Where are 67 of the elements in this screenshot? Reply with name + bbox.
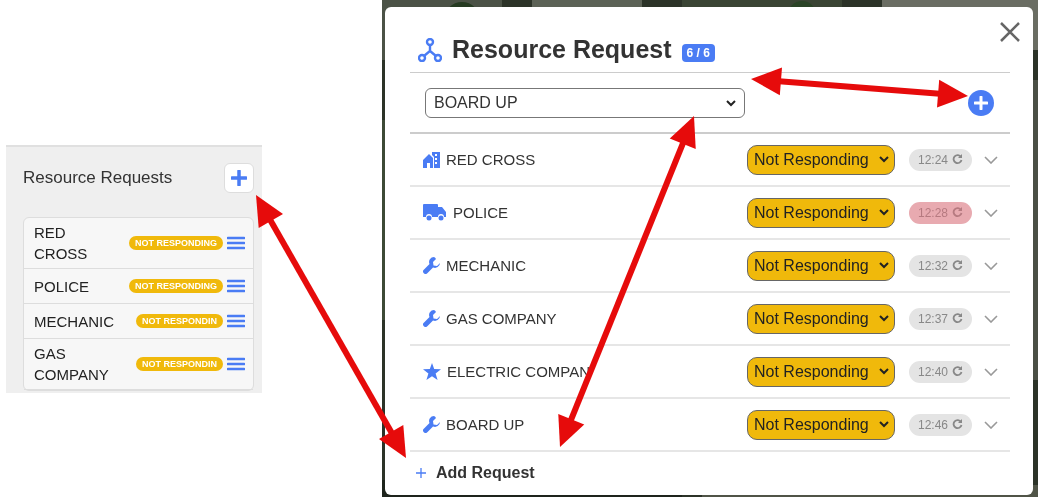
plus-icon [416, 468, 426, 478]
status-dropdown[interactable]: Not Responding [747, 144, 895, 175]
menu-icon[interactable] [227, 279, 245, 293]
chevron-down-icon [984, 155, 998, 164]
dialog-title: Resource Request [452, 35, 672, 64]
resource-name: POLICE [453, 204, 510, 221]
resource-name: ELECTRIC COMPAN [447, 363, 592, 380]
status-dropdown[interactable]: Not Responding [747, 356, 895, 387]
refresh-icon [952, 154, 963, 165]
resource-name: RED CROSS [446, 151, 537, 168]
wrench-icon [423, 257, 440, 274]
resource-name: BOARD UP [446, 416, 526, 433]
count-badge: 6 / 6 [681, 44, 715, 62]
request-name: RED CROSS [34, 223, 89, 264]
status-dropdown[interactable]: Not Responding [747, 409, 895, 440]
refresh-icon [952, 260, 963, 271]
wrench-icon [423, 310, 440, 327]
menu-icon[interactable] [227, 314, 245, 328]
caret-icon [879, 368, 889, 375]
status-badge: NOT RESPONDIN [136, 314, 223, 328]
chevron-down-icon [984, 208, 998, 217]
network-icon [418, 37, 442, 62]
caret-icon [879, 315, 889, 322]
caret-icon [879, 209, 889, 216]
close-icon [999, 21, 1021, 43]
refresh-icon [952, 313, 963, 324]
add-button[interactable] [968, 90, 994, 116]
status-dropdown[interactable]: Not Responding [747, 197, 895, 228]
refresh-icon [952, 207, 963, 218]
request-name: GAS COMPANY [34, 344, 110, 385]
caret-icon [879, 156, 889, 163]
caret-icon [879, 421, 889, 428]
status-badge: NOT RESPONDIN [136, 357, 223, 371]
status-dropdown[interactable]: Not Responding [747, 303, 895, 334]
caret-icon [879, 262, 889, 269]
star-icon [423, 363, 441, 380]
truck-icon [423, 204, 447, 221]
status-badge: NOT RESPONDING [129, 236, 223, 250]
request-name: POLICE [34, 276, 91, 297]
chevron-down-icon [984, 314, 998, 323]
chevron-down-icon [984, 420, 998, 429]
expand-button[interactable] [984, 261, 998, 270]
expand-button[interactable] [984, 155, 998, 164]
status-dropdown[interactable]: Not Responding [747, 250, 895, 281]
expand-button[interactable] [984, 208, 998, 217]
resource-name: GAS COMPANY [446, 310, 558, 327]
expand-button[interactable] [984, 420, 998, 429]
expand-button[interactable] [984, 367, 998, 376]
add-button[interactable] [224, 163, 254, 193]
menu-icon[interactable] [227, 236, 245, 250]
status-badge: NOT RESPONDING [129, 279, 223, 293]
add-request-button[interactable]: Add Request [410, 452, 535, 482]
expand-button[interactable] [984, 314, 998, 323]
resource-dropdown[interactable]: BOARD UP [425, 88, 745, 118]
wrench-icon [423, 416, 440, 433]
panel-title: Resource Requests [23, 168, 173, 188]
plus-icon [231, 170, 247, 186]
caret-icon [726, 99, 736, 107]
refresh-icon [952, 419, 963, 430]
menu-icon[interactable] [227, 357, 245, 371]
chevron-down-icon [984, 367, 998, 376]
chevron-down-icon [984, 261, 998, 270]
refresh-icon [952, 366, 963, 377]
request-name: MECHANIC [34, 311, 115, 332]
plus-icon [974, 96, 988, 110]
building-icon [423, 151, 440, 168]
resource-name: MECHANIC [446, 257, 527, 274]
